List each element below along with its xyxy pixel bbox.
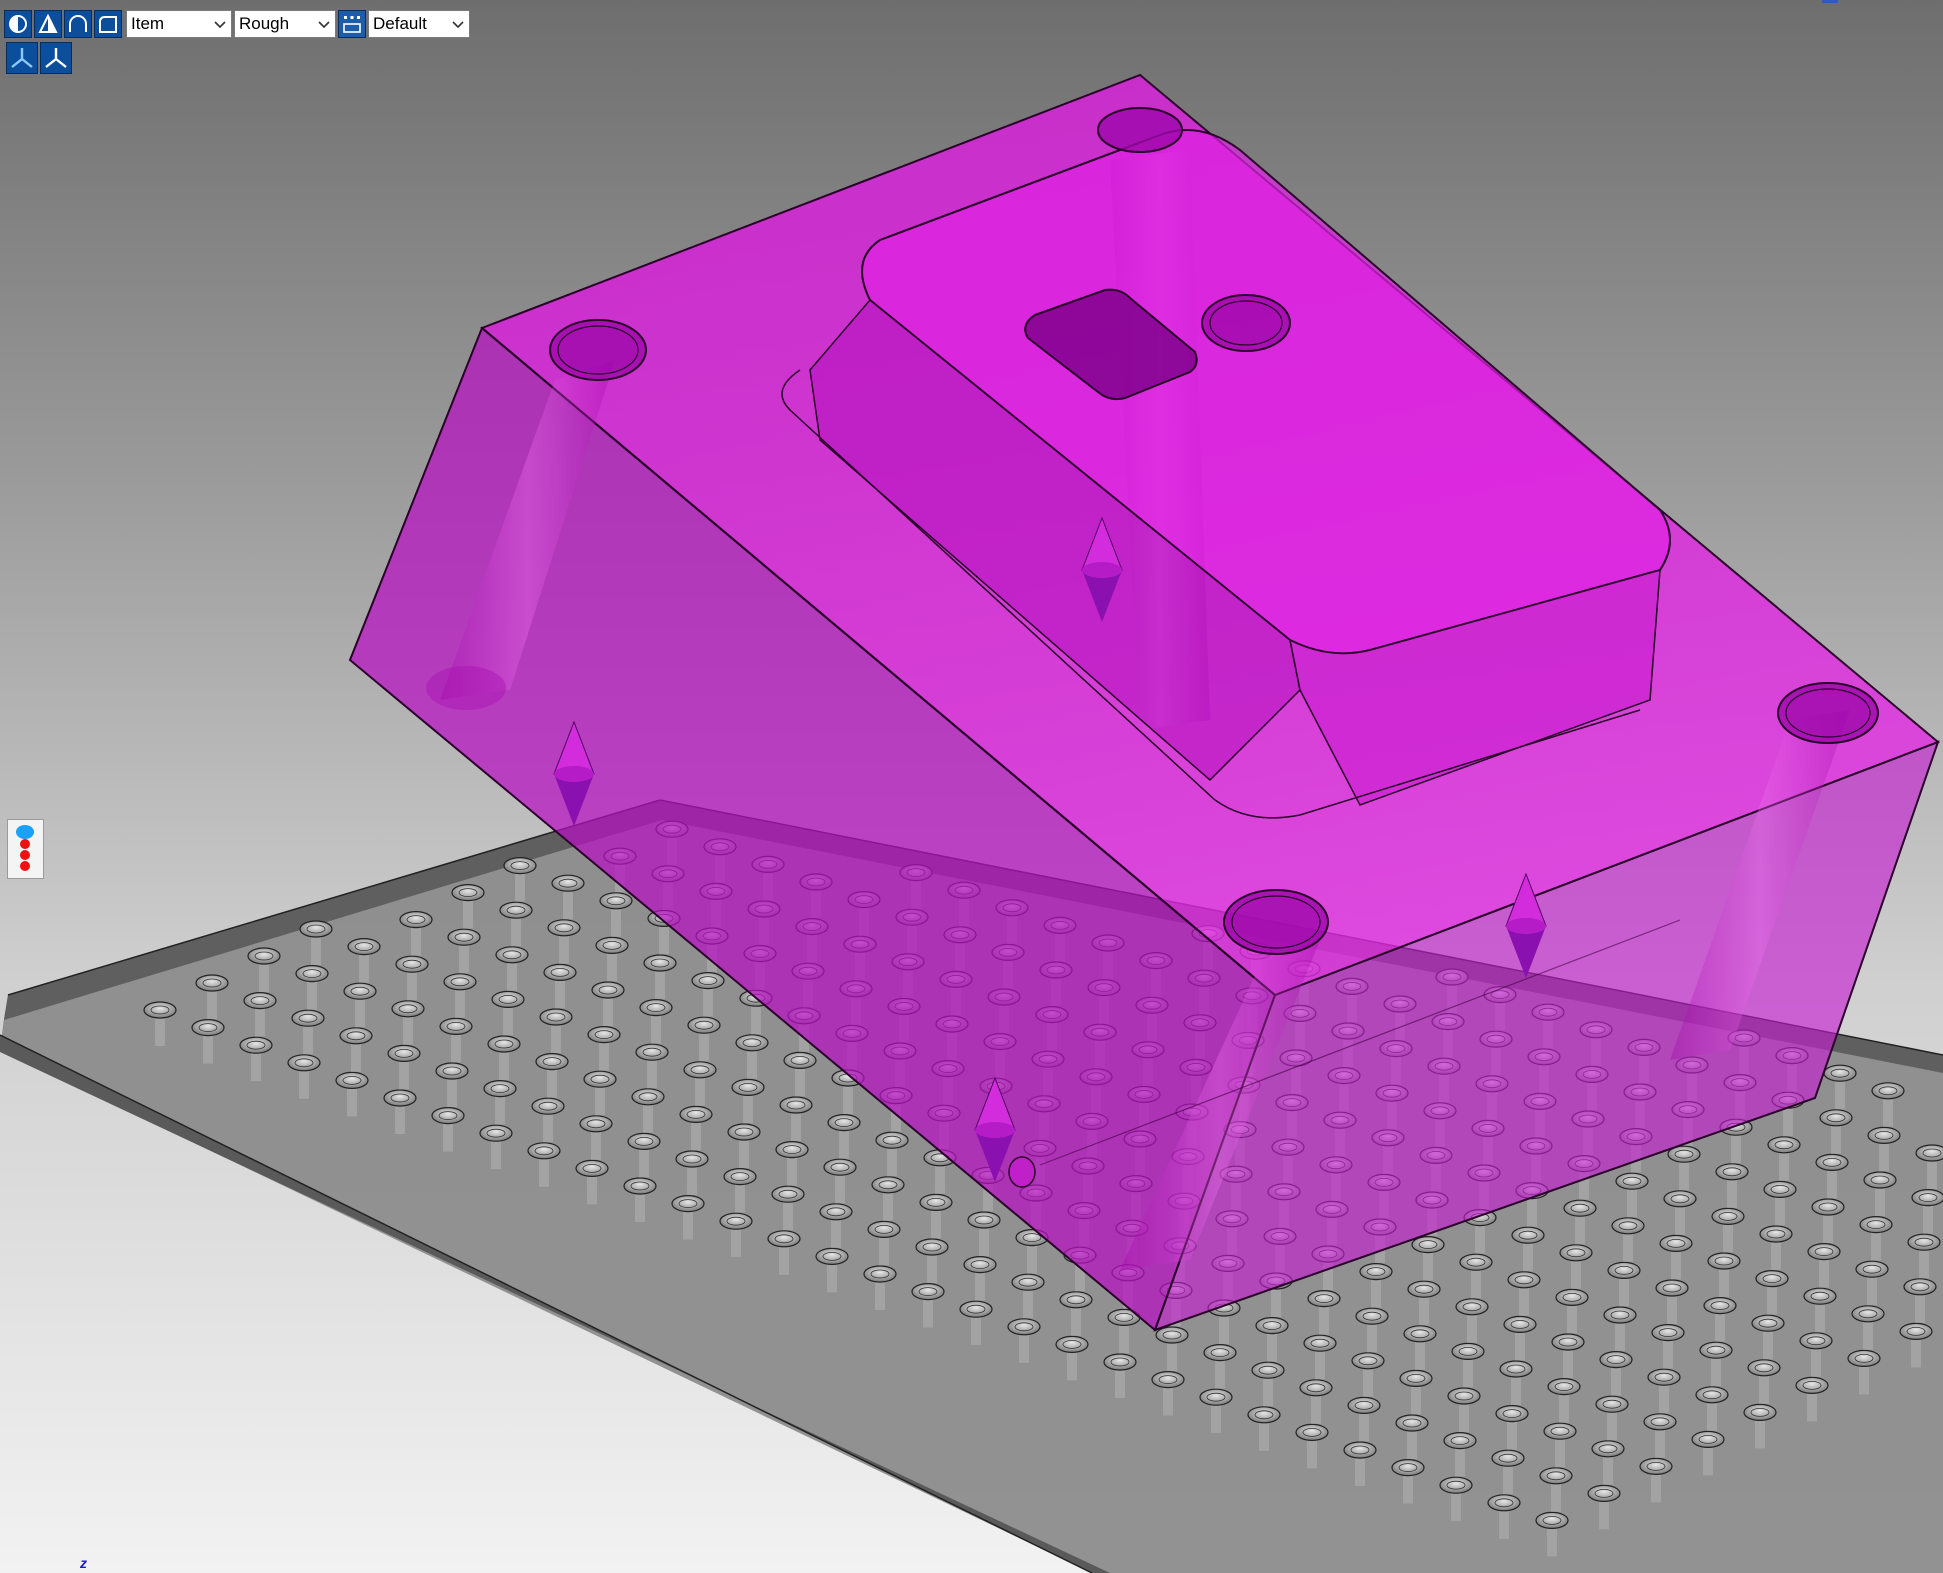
quality-select[interactable]: Rough: [234, 10, 336, 38]
scene-canvas[interactable]: [0, 0, 1943, 1573]
z-axis-label: z: [80, 1555, 87, 1571]
triangle-shade-icon[interactable]: [34, 10, 62, 38]
box-shade-icon[interactable]: [94, 10, 122, 38]
corner-indicator: [1822, 0, 1838, 3]
style-select-value: Default: [373, 14, 427, 33]
chevron-down-icon: [452, 21, 464, 29]
axis-tripod-alt-icon[interactable]: [40, 42, 72, 74]
view-toolbar: Item Rough Default: [4, 7, 470, 41]
chevron-down-icon: [318, 21, 330, 29]
style-select[interactable]: Default: [368, 10, 470, 38]
marker-balls-icon[interactable]: [7, 819, 44, 879]
axis-tripod-icon[interactable]: [6, 42, 38, 74]
quality-select-value: Rough: [239, 14, 290, 33]
chevron-down-icon: [214, 21, 226, 29]
3d-viewport[interactable]: Item Rough Default z: [0, 0, 1943, 1573]
mode-select-value: Item: [131, 14, 165, 33]
layer-grid-icon[interactable]: [338, 10, 366, 38]
arch-icon[interactable]: [64, 10, 92, 38]
mode-select[interactable]: Item: [126, 10, 232, 38]
view-orientation-toolbar: [6, 42, 72, 74]
circle-shade-icon[interactable]: [4, 10, 32, 38]
